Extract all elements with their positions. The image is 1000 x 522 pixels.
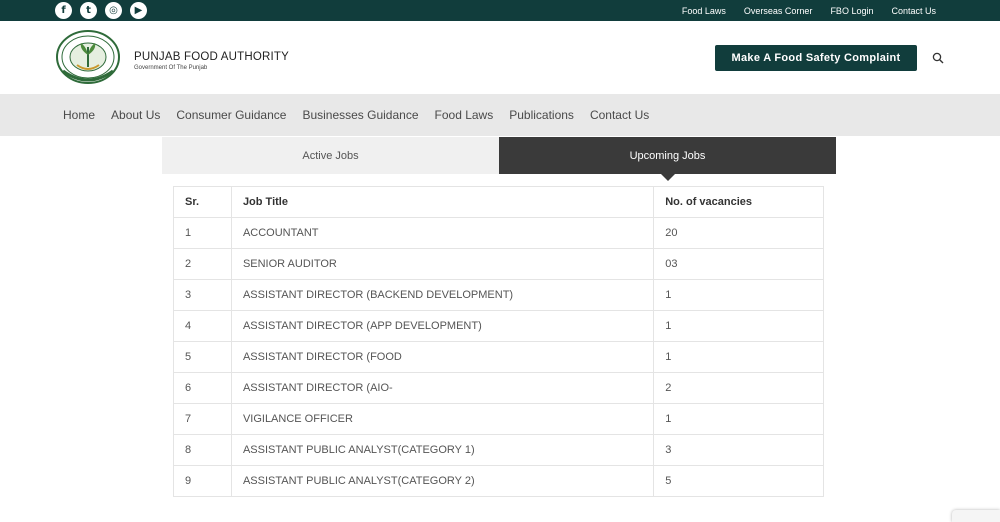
cell-job-title: VIGILANCE OFFICER: [230, 403, 655, 435]
cell-vacancies: 1: [653, 403, 824, 435]
table-row: 4 ASSISTANT DIRECTOR (APP DEVELOPMENT) 1: [173, 310, 824, 342]
tab-upcoming-jobs[interactable]: Upcoming Jobs: [499, 137, 836, 181]
cell-vacancies: 1: [653, 279, 824, 311]
table-row: 7 VIGILANCE OFFICER 1: [173, 403, 824, 435]
cell-job-title: ASSISTANT PUBLIC ANALYST(CATEGORY 2): [230, 465, 655, 497]
facebook-icon[interactable]: f: [55, 2, 72, 19]
table-row: 1 ACCOUNTANT 20: [173, 217, 824, 249]
nav-item-home[interactable]: Home: [63, 108, 95, 122]
cell-vacancies: 20: [653, 217, 824, 249]
toplink-food-laws[interactable]: Food Laws: [682, 6, 726, 16]
table-row: 6 ASSISTANT DIRECTOR (AIO- 2: [173, 372, 824, 404]
brand-subtitle: Government Of The Punjab: [134, 65, 208, 71]
social-links: f t ◎ ▶: [55, 2, 147, 19]
tab-upcoming-jobs-label: Upcoming Jobs: [629, 149, 706, 162]
jobs-table: Sr. Job Title No. of vacancies 1 ACCOUNT…: [173, 186, 824, 497]
table-row: 8 ASSISTANT PUBLIC ANALYST(CATEGORY 1) 3: [173, 434, 824, 466]
search-icon[interactable]: [932, 52, 944, 64]
tab-caret-icon: [660, 174, 675, 181]
cell-job-title: SENIOR AUDITOR: [230, 248, 655, 280]
table-row: 9 ASSISTANT PUBLIC ANALYST(CATEGORY 2) 5: [173, 465, 824, 497]
table-row: 5 ASSISTANT DIRECTOR (FOOD 1: [173, 341, 824, 373]
cell-vacancies: 1: [653, 310, 824, 342]
cell-job-title: ASSISTANT DIRECTOR (BACKEND DEVELOPMENT): [230, 279, 655, 311]
top-bar: f t ◎ ▶ Food Laws Overseas Corner FBO Lo…: [0, 0, 1000, 21]
instagram-icon[interactable]: ◎: [105, 2, 122, 19]
cell-sr: 2: [173, 248, 232, 280]
youtube-icon[interactable]: ▶: [130, 2, 147, 19]
cell-sr: 9: [173, 465, 232, 497]
tab-active-jobs-label: Active Jobs: [302, 149, 359, 162]
cell-sr: 7: [173, 403, 232, 435]
cell-vacancies: 3: [653, 434, 824, 466]
nav-item-consumer-guidance[interactable]: Consumer Guidance: [176, 108, 286, 122]
column-header-job-title: Job Title: [230, 186, 655, 218]
main-nav: Home About Us Consumer Guidance Business…: [0, 94, 1000, 136]
cell-sr: 8: [173, 434, 232, 466]
table-row: 2 SENIOR AUDITOR 03: [173, 248, 824, 280]
site-header: PUNJAB FOOD AUTHORITY Government Of The …: [0, 21, 1000, 94]
cell-vacancies: 03: [653, 248, 824, 280]
top-links: Food Laws Overseas Corner FBO Login Cont…: [682, 0, 936, 21]
nav-item-contact-us[interactable]: Contact Us: [590, 108, 649, 122]
tab-active-jobs[interactable]: Active Jobs: [162, 137, 499, 174]
recaptcha-badge[interactable]: [952, 510, 1000, 522]
column-header-sr: Sr.: [173, 186, 232, 218]
cell-job-title: ASSISTANT DIRECTOR (FOOD: [230, 341, 655, 373]
cell-vacancies: 5: [653, 465, 824, 497]
toplink-fbo-login[interactable]: FBO Login: [830, 6, 873, 16]
toplink-contact-us[interactable]: Contact Us: [891, 6, 936, 16]
toplink-overseas-corner[interactable]: Overseas Corner: [744, 6, 813, 16]
column-header-vacancies: No. of vacancies: [653, 186, 824, 218]
nav-item-about-us[interactable]: About Us: [111, 108, 160, 122]
cell-vacancies: 1: [653, 341, 824, 373]
pfa-logo-icon[interactable]: [55, 29, 121, 85]
cell-job-title: ASSISTANT PUBLIC ANALYST(CATEGORY 1): [230, 434, 655, 466]
cell-sr: 5: [173, 341, 232, 373]
cell-vacancies: 2: [653, 372, 824, 404]
cell-sr: 6: [173, 372, 232, 404]
food-safety-complaint-button[interactable]: Make A Food Safety Complaint: [715, 45, 917, 71]
cell-job-title: ACCOUNTANT: [230, 217, 655, 249]
nav-item-food-laws[interactable]: Food Laws: [435, 108, 494, 122]
brand-name[interactable]: PUNJAB FOOD AUTHORITY: [134, 51, 289, 63]
cell-sr: 1: [173, 217, 232, 249]
table-row: 3 ASSISTANT DIRECTOR (BACKEND DEVELOPMEN…: [173, 279, 824, 311]
jobs-tabs: Active Jobs Upcoming Jobs: [162, 137, 836, 181]
nav-item-businesses-guidance[interactable]: Businesses Guidance: [302, 108, 418, 122]
cell-job-title: ASSISTANT DIRECTOR (APP DEVELOPMENT): [230, 310, 655, 342]
table-header-row: Sr. Job Title No. of vacancies: [173, 186, 824, 218]
cell-sr: 3: [173, 279, 232, 311]
nav-item-publications[interactable]: Publications: [509, 108, 574, 122]
cell-job-title: ASSISTANT DIRECTOR (AIO-: [230, 372, 655, 404]
twitter-icon[interactable]: t: [80, 2, 97, 19]
cell-sr: 4: [173, 310, 232, 342]
